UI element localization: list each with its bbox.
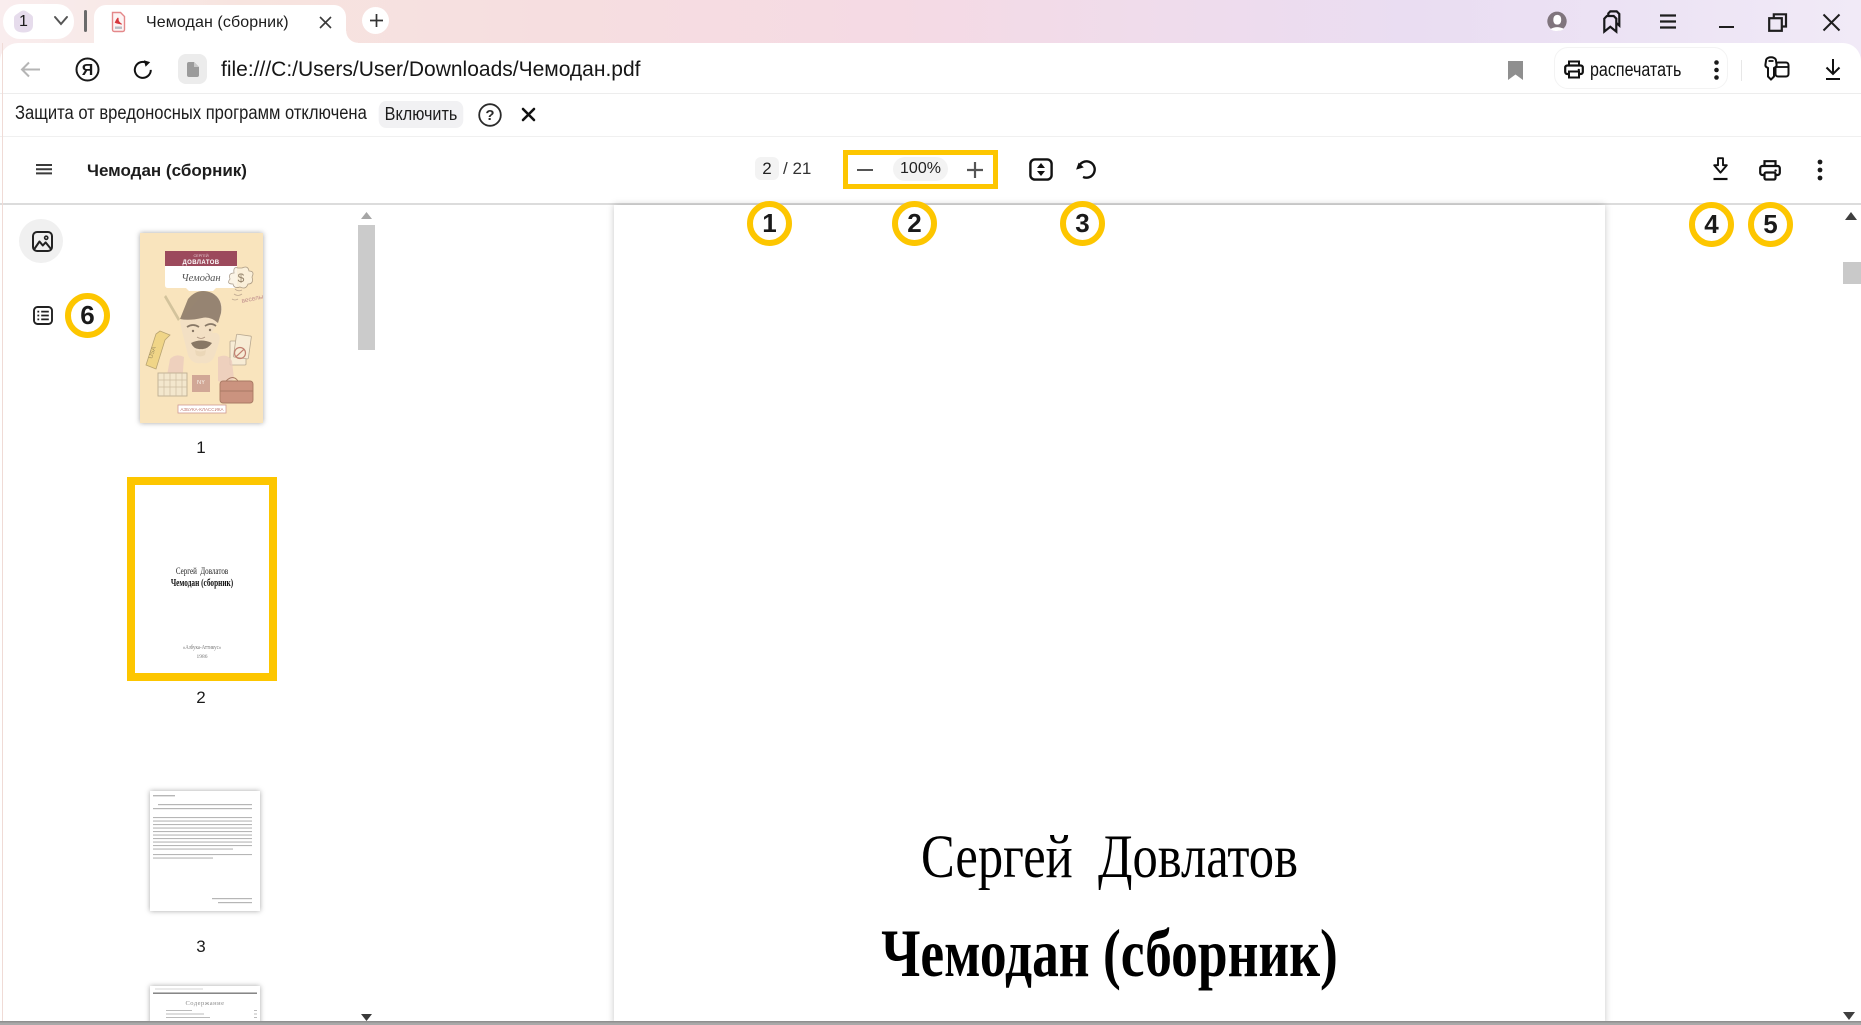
svg-text:NY: NY bbox=[197, 380, 205, 386]
svg-text:СЕРГЕЙ: СЕРГЕЙ bbox=[193, 254, 208, 258]
svg-text:Я: Я bbox=[82, 62, 94, 79]
svg-text:АЗБУКА-КЛАССИКА: АЗБУКА-КЛАССИКА bbox=[180, 407, 224, 412]
svg-text:веселые: веселые bbox=[241, 293, 263, 305]
svg-text:Содержание: Содержание bbox=[185, 1000, 224, 1007]
svg-text:?: ? bbox=[485, 107, 494, 124]
svg-text:ДОВЛАТОВ: ДОВЛАТОВ bbox=[182, 260, 219, 266]
svg-text:$: $ bbox=[238, 271, 245, 285]
svg-text:Чемодан: Чемодан bbox=[181, 273, 220, 284]
